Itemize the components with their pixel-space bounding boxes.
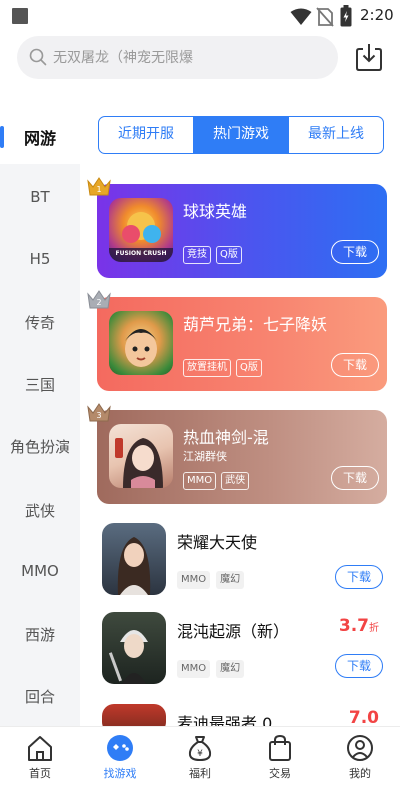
game-tags: MMO 魔幻 (177, 571, 245, 589)
nav-profile[interactable]: 我的 (320, 733, 400, 781)
nav-home[interactable]: 首页 (0, 733, 80, 781)
game-tag: 魔幻 (216, 571, 245, 589)
search-bar[interactable] (17, 36, 338, 79)
game-icon (102, 704, 166, 726)
status-bar: 2:20 (0, 0, 400, 32)
rank-number: 3 (96, 411, 101, 420)
category-item[interactable]: 角色扮演 (0, 436, 80, 457)
game-title: 葫芦兄弟：七子降妖 (183, 315, 328, 334)
game-title: 热血神剑-混 (183, 428, 269, 447)
wifi-icon (290, 8, 312, 25)
svg-text:¥: ¥ (197, 749, 203, 759)
game-tags: 竞技 Q版 (183, 246, 242, 264)
tab-new-releases[interactable]: 最新上线 (288, 117, 383, 153)
game-title: 荣耀大天使 (177, 533, 258, 552)
game-tabs: 近期开服 热门游戏 最新上线 (98, 116, 384, 154)
rank-number: 2 (96, 298, 101, 307)
category-item-active[interactable]: 网游 (0, 112, 80, 164)
category-list: BT H5 传奇 三国 角色扮演 武侠 MMO 西游 回合 (0, 164, 80, 726)
nav-label: 找游戏 (103, 767, 137, 780)
game-icon-caption: FUSION CRUSH (115, 250, 167, 257)
discount-label: 3.7折 (339, 616, 379, 636)
game-title: 麦迪最强者 0 (177, 714, 273, 726)
rank-number: 1 (96, 185, 101, 194)
gold-crown-rank-icon: 1 (87, 177, 111, 196)
game-list-item[interactable]: 混沌起源（新） 3.7折 MMO 魔幻 下载 (97, 612, 387, 702)
bronze-crown-rank-icon: 3 (87, 403, 111, 422)
battery-icon (340, 5, 352, 27)
download-button[interactable]: 下载 (335, 654, 383, 678)
nav-find-game[interactable]: 找游戏 (80, 733, 160, 781)
download-button[interactable]: 下载 (331, 353, 379, 377)
category-item[interactable]: 武侠 (0, 500, 80, 521)
category-item[interactable]: BT (0, 188, 80, 206)
user-icon (347, 735, 373, 761)
discount-unit: 折 (369, 623, 379, 634)
nav-label: 交易 (269, 767, 291, 780)
tab-hot-games[interactable]: 热门游戏 (193, 117, 288, 153)
category-item[interactable]: 三国 (0, 374, 80, 395)
download-manager-icon[interactable] (352, 40, 386, 74)
game-tags: 放置挂机 Q版 (183, 359, 262, 377)
nav-label: 我的 (349, 767, 371, 780)
category-item[interactable]: MMO (0, 562, 80, 580)
discount-value: 3.7 (338, 616, 369, 636)
game-tag: 放置挂机 (183, 359, 231, 377)
game-icon: FUSION CRUSH (109, 198, 173, 262)
game-title: 球球英雄 (183, 202, 248, 221)
game-subtitle: 江湖群侠 (183, 450, 227, 463)
category-label: 网游 (23, 129, 56, 148)
game-icon (109, 424, 173, 488)
nav-label: 首页 (29, 767, 51, 780)
nav-welfare[interactable]: ¥ 福利 (160, 733, 240, 781)
category-item[interactable]: 回合 (0, 686, 80, 707)
game-tag: MMO (177, 660, 211, 678)
game-tag: MMO (177, 571, 211, 589)
category-item[interactable]: H5 (0, 250, 80, 268)
game-tag: 武侠 (221, 472, 250, 490)
silver-crown-rank-icon: 2 (87, 290, 111, 309)
game-tag: MMO (183, 472, 217, 490)
shopping-bag-icon (269, 734, 291, 761)
game-tag: 竞技 (183, 246, 211, 264)
clock: 2:20 (360, 6, 394, 24)
category-item[interactable]: 传奇 (0, 312, 80, 333)
download-button[interactable]: 下载 (331, 466, 379, 490)
discount-value: 7.0 (348, 708, 379, 726)
nav-trade[interactable]: 交易 (240, 733, 320, 781)
download-button[interactable]: 下载 (335, 565, 383, 589)
featured-game-card[interactable]: 葫芦兄弟：七子降妖 放置挂机 Q版 下载 (97, 297, 387, 391)
money-bag-icon: ¥ (188, 736, 212, 762)
bottom-navigation: 首页 找游戏 ¥ 福利 交易 我的 (0, 726, 400, 800)
no-sim-icon (316, 7, 334, 27)
game-icon (102, 523, 166, 595)
category-sidebar: 网游 BT H5 传奇 三国 角色扮演 武侠 MMO 西游 回合 (0, 112, 80, 726)
nav-label: 福利 (189, 767, 211, 780)
featured-game-card[interactable]: 热血神剑-混 江湖群侠 MMO 武侠 下载 (97, 410, 387, 504)
game-tags: MMO 魔幻 (177, 660, 245, 678)
find-game-icon (107, 735, 133, 761)
game-list-item-partial[interactable]: 麦迪最强者 0 7.0 (97, 702, 387, 726)
game-icon (102, 612, 166, 684)
game-list-item[interactable]: 荣耀大天使 MMO 魔幻 下载 (97, 523, 387, 613)
download-button[interactable]: 下载 (331, 240, 379, 264)
tab-recent-servers[interactable]: 近期开服 (99, 117, 193, 153)
search-input[interactable] (53, 36, 328, 79)
notification-icon (12, 8, 28, 24)
game-tags: MMO 武侠 (183, 472, 250, 490)
game-title: 混沌起源（新） (177, 622, 290, 641)
game-tag: Q版 (216, 246, 242, 264)
game-tag: 魔幻 (216, 660, 245, 678)
category-item[interactable]: 西游 (0, 624, 80, 645)
game-icon (109, 311, 173, 375)
home-icon (28, 736, 52, 761)
search-icon (29, 48, 47, 66)
featured-game-card[interactable]: FUSION CRUSH 球球英雄 竞技 Q版 下载 (97, 184, 387, 278)
game-tag: Q版 (236, 359, 262, 377)
